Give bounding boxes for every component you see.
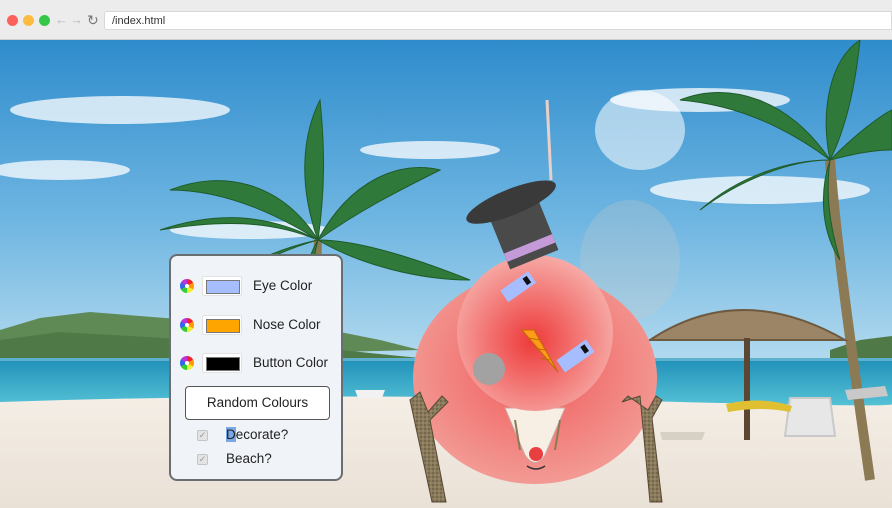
color-wheel-icon bbox=[180, 318, 194, 332]
button-color-picker[interactable] bbox=[202, 353, 242, 373]
eye-color-picker[interactable] bbox=[202, 276, 242, 296]
decorate-label-text: ecorate? bbox=[235, 427, 289, 442]
button-color-label: Button Color bbox=[253, 355, 329, 370]
browser-toolbar: ← → ↻ /index.html bbox=[0, 0, 892, 40]
nose-color-picker[interactable] bbox=[202, 315, 242, 335]
decorate-checkbox[interactable]: ✓ bbox=[197, 430, 208, 441]
controls-panel: Eye Color Nose Color Button Color Random… bbox=[169, 254, 343, 481]
reload-icon[interactable]: ↻ bbox=[87, 12, 99, 28]
beach-snowman-drawing bbox=[0, 40, 892, 508]
minimize-window-button[interactable] bbox=[23, 15, 34, 26]
maximize-window-button[interactable] bbox=[39, 15, 50, 26]
button-color-row: Button Color bbox=[180, 353, 340, 373]
eye-color-row: Eye Color bbox=[180, 276, 340, 296]
decorate-label: Decorate? bbox=[226, 427, 288, 442]
nose-color-row: Nose Color bbox=[180, 315, 340, 335]
back-arrow-icon[interactable]: ← bbox=[55, 12, 68, 28]
eye-color-label: Eye Color bbox=[253, 278, 313, 293]
beach-label: Beach? bbox=[226, 451, 272, 466]
color-wheel-icon bbox=[180, 279, 194, 293]
address-bar[interactable]: /index.html bbox=[104, 11, 892, 30]
canvas-scene bbox=[0, 40, 892, 508]
text-selection-highlight: D bbox=[226, 427, 236, 442]
forward-arrow-icon[interactable]: → bbox=[70, 12, 83, 28]
nose-color-label: Nose Color bbox=[253, 317, 321, 332]
random-colours-button[interactable]: Random Colours bbox=[185, 386, 330, 420]
beach-checkbox[interactable]: ✓ bbox=[197, 454, 208, 465]
color-wheel-icon bbox=[180, 356, 194, 370]
close-window-button[interactable] bbox=[7, 15, 18, 26]
